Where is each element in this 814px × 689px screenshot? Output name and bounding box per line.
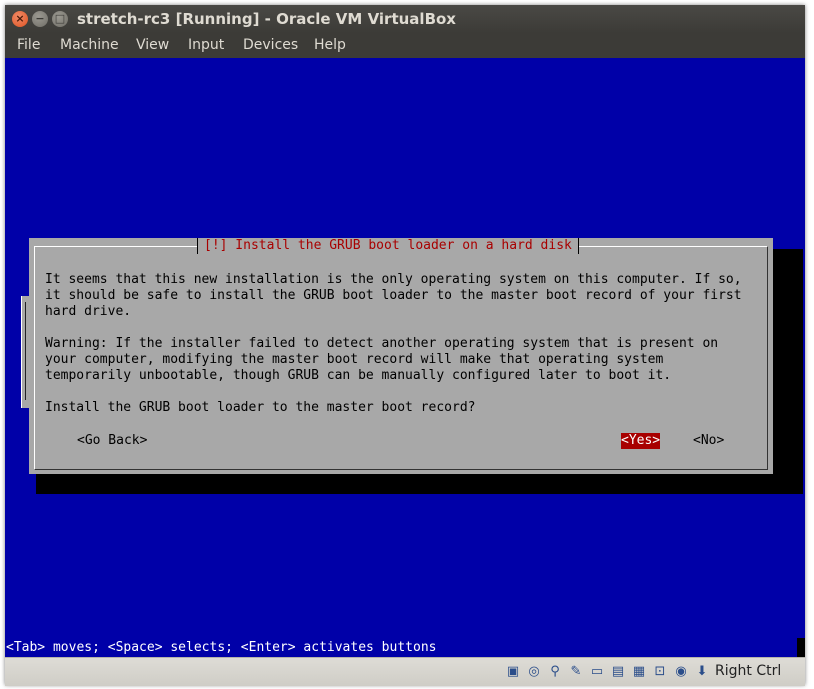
- yes-button[interactable]: <Yes>: [621, 433, 661, 449]
- paragraph1-line3: hard drive.: [45, 304, 132, 319]
- display-icon[interactable]: ▤: [610, 664, 626, 680]
- paragraph2-line1: Warning: If the installer failed to dete…: [45, 336, 719, 351]
- menu-view[interactable]: View: [136, 37, 169, 53]
- menu-input[interactable]: Input: [188, 37, 224, 53]
- paragraph2-line3: temporarily unbootable, though GRUB can …: [45, 368, 672, 383]
- menu-devices[interactable]: Devices: [243, 37, 298, 53]
- close-icon[interactable]: ×: [12, 11, 28, 27]
- paragraph1-line2: it should be safe to install the GRUB bo…: [45, 288, 742, 303]
- host-key-label[interactable]: Right Ctrl: [715, 663, 781, 679]
- video-capture-icon[interactable]: ◉: [673, 664, 689, 680]
- menu-bar: File Machine View Input Devices Help: [5, 33, 805, 58]
- network-icon[interactable]: ⊡: [652, 664, 668, 680]
- paragraph1-line1: It seems that this new installation is t…: [45, 272, 742, 287]
- go-back-button[interactable]: <Go Back>: [77, 433, 147, 449]
- virtualbox-window: × − □ stretch-rc3 [Running] - Oracle VM …: [5, 5, 805, 686]
- window-title: stretch-rc3 [Running] - Oracle VM Virtua…: [77, 10, 456, 28]
- menu-help[interactable]: Help: [314, 37, 346, 53]
- install-question: Install the GRUB boot loader to the mast…: [45, 400, 476, 415]
- usb-icon[interactable]: ⚲: [547, 664, 563, 680]
- folder-icon[interactable]: ▭: [589, 664, 605, 680]
- minimize-icon[interactable]: −: [32, 11, 48, 27]
- paragraph2-line2: your computer, modifying the master boot…: [45, 352, 664, 367]
- maximize-icon[interactable]: □: [52, 11, 68, 27]
- hard-disk-icon[interactable]: ▣: [505, 664, 521, 680]
- grub-install-dialog: [!] Install the GRUB boot loader on a ha…: [29, 238, 773, 474]
- help-line-shadow: [797, 638, 805, 657]
- screen-icon[interactable]: ▦: [631, 664, 647, 680]
- no-button[interactable]: <No>: [693, 433, 724, 449]
- title-bar[interactable]: × − □ stretch-rc3 [Running] - Oracle VM …: [5, 5, 805, 33]
- shared-folder-icon[interactable]: ✎: [568, 664, 584, 680]
- menu-file[interactable]: File: [17, 37, 40, 53]
- dialog-title: [!] Install the GRUB boot loader on a ha…: [197, 238, 579, 254]
- mouse-integration-icon[interactable]: ⬇: [694, 664, 710, 680]
- vm-screen[interactable]: [!] Install the GRUB boot loader on a ha…: [5, 58, 805, 657]
- optical-drive-icon[interactable]: ◎: [526, 664, 542, 680]
- status-bar: ▣ ◎ ⚲ ✎ ▭ ▤ ▦ ⊡ ◉ ⬇ Right Ctrl: [5, 657, 805, 686]
- help-line: <Tab> moves; <Space> selects; <Enter> ac…: [6, 640, 437, 655]
- menu-machine[interactable]: Machine: [60, 37, 119, 53]
